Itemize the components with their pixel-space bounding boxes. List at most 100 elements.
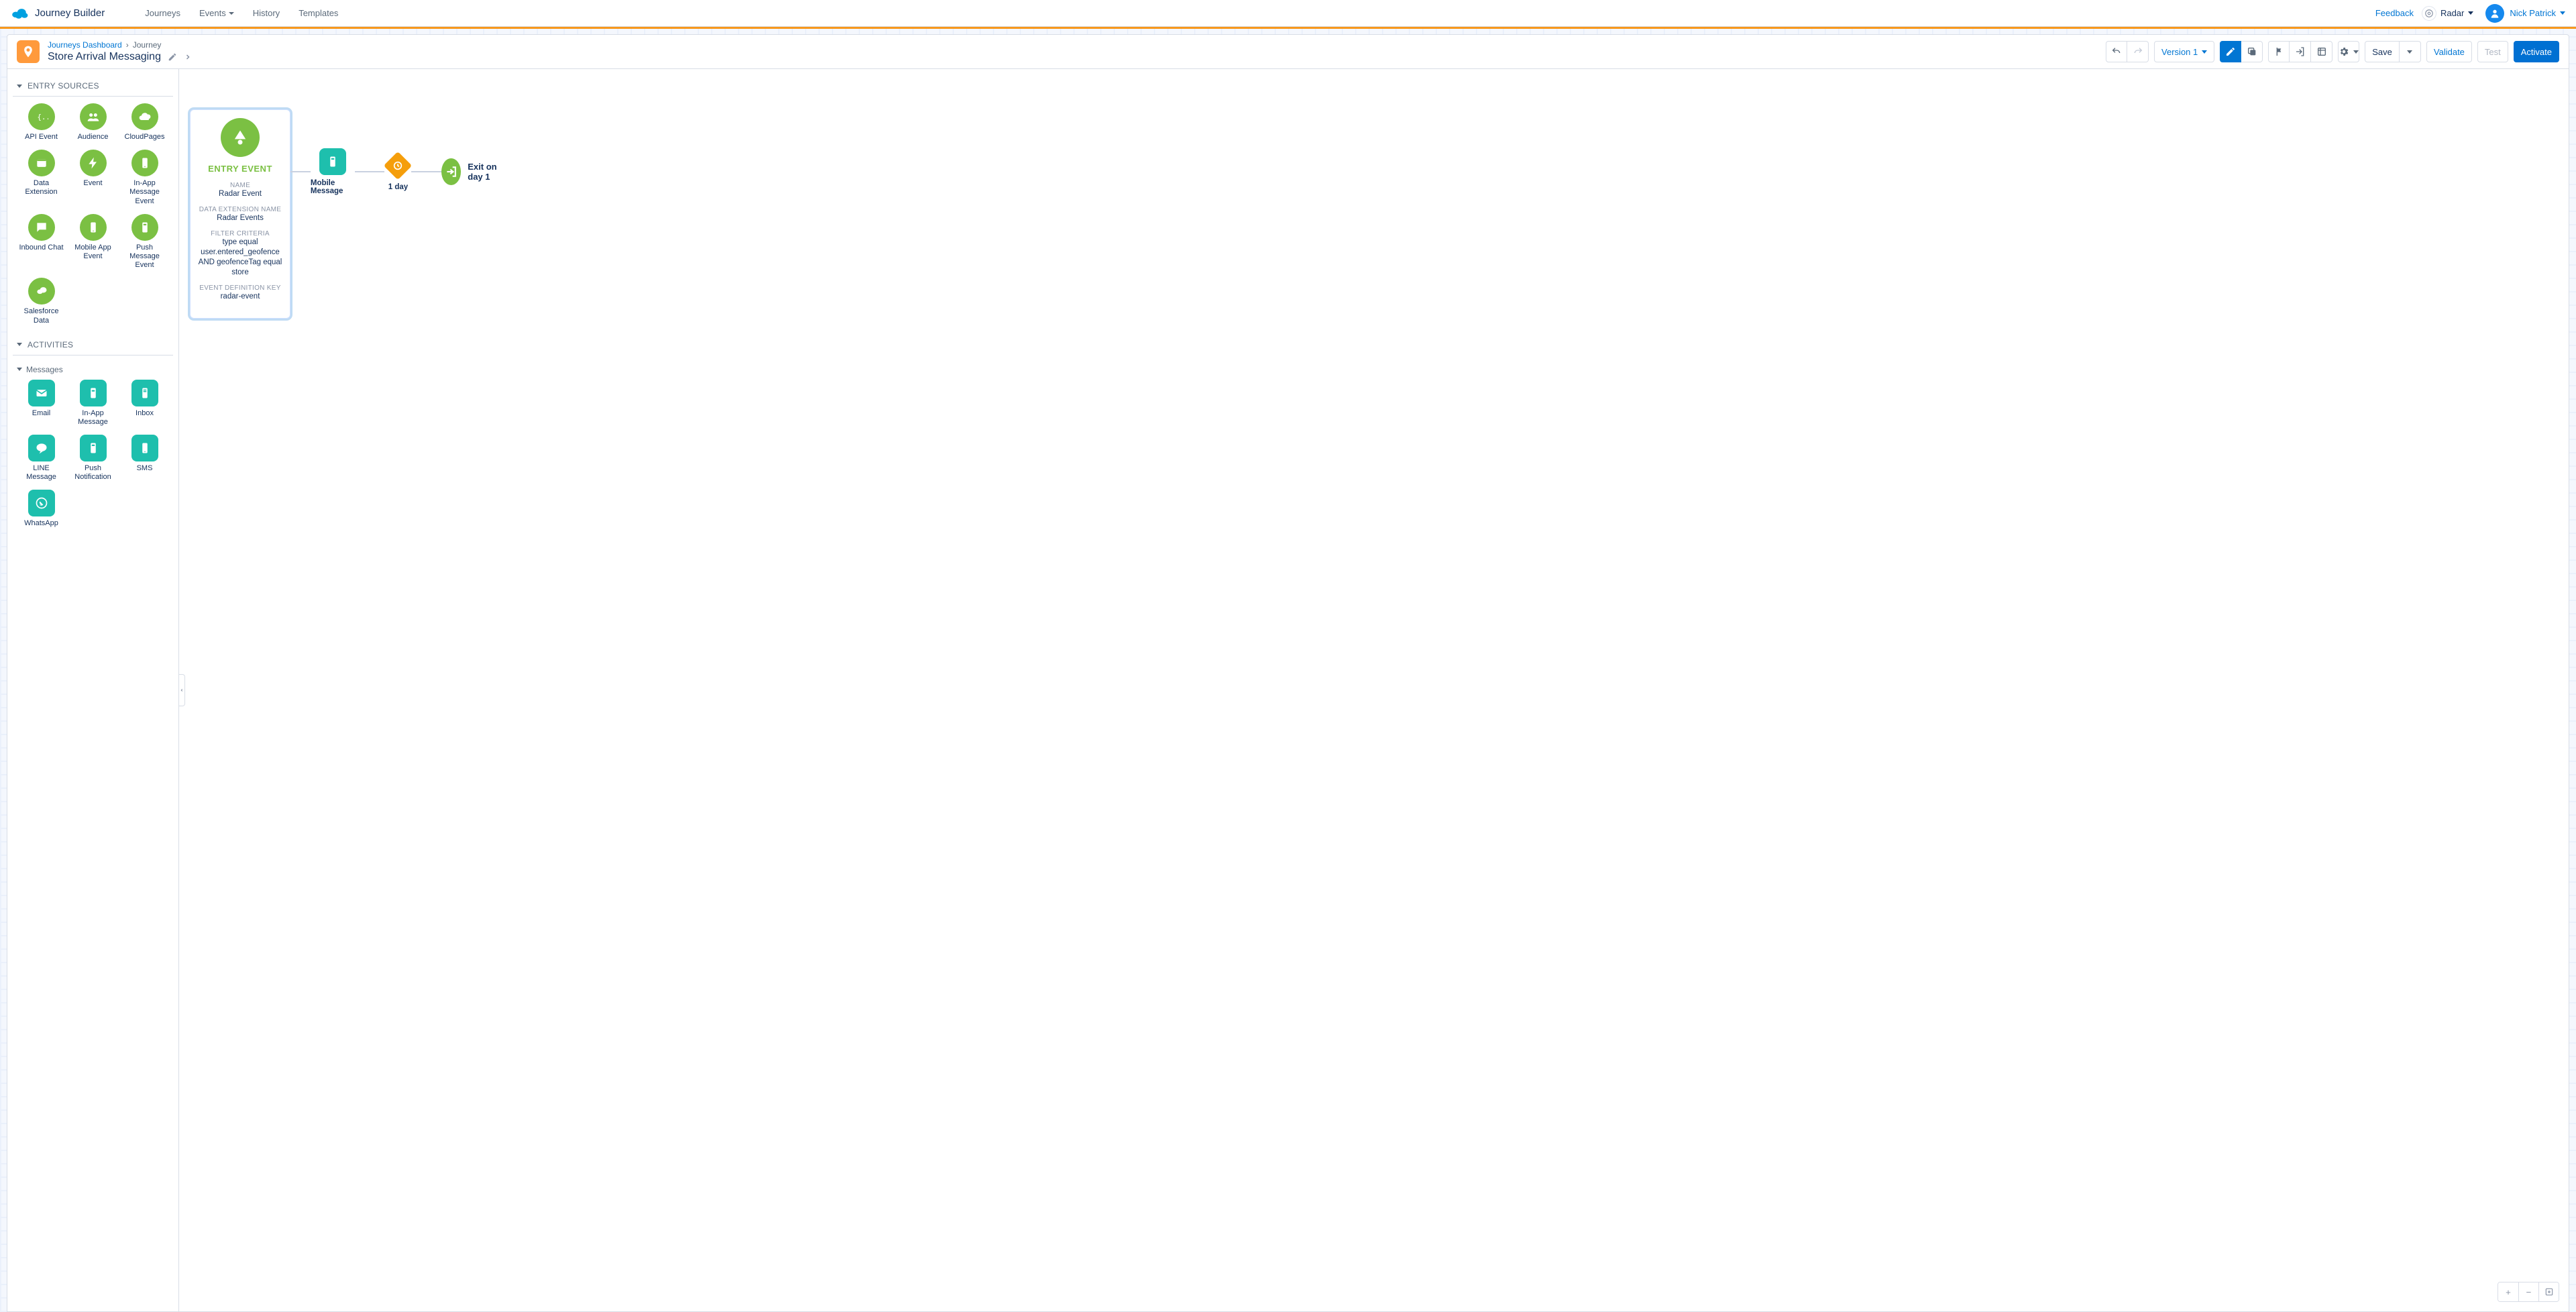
wait-node[interactable]: 1 day — [384, 152, 411, 191]
save-group: Save — [2365, 41, 2421, 62]
top-nav: Journey Builder Journeys Events History … — [0, 0, 2576, 27]
svg-text:{..}: {..} — [37, 113, 48, 121]
page-title: Store Arrival Messaging — [48, 51, 161, 63]
tile-in-app-message-event[interactable]: In-App Message Event — [119, 150, 170, 206]
redo-button[interactable] — [2127, 41, 2149, 62]
exit-criteria-button[interactable] — [2290, 41, 2311, 62]
zoom-controls: + − — [2498, 1282, 2559, 1302]
tile-in-app-message[interactable]: In-App Message — [67, 380, 119, 427]
tile-sms[interactable]: SMS — [119, 435, 170, 482]
notes-button[interactable] — [2311, 41, 2332, 62]
nav-templates[interactable]: Templates — [299, 8, 338, 18]
cloudpages-icon — [131, 103, 158, 130]
breadcrumb-root[interactable]: Journeys Dashboard — [48, 40, 122, 50]
undo-redo-group — [2106, 41, 2149, 62]
mobile-app-event-icon — [80, 214, 107, 241]
org-switcher[interactable]: Radar — [2440, 8, 2473, 18]
user-name: Nick Patrick — [2510, 8, 2556, 18]
save-button[interactable]: Save — [2365, 41, 2400, 62]
nav-history[interactable]: History — [253, 8, 280, 18]
validate-button[interactable]: Validate — [2426, 41, 2472, 62]
email-icon — [28, 380, 55, 406]
feedback-link[interactable]: Feedback — [2375, 8, 2414, 18]
zoom-in-button[interactable]: + — [2498, 1282, 2518, 1301]
org-avatar-icon — [2422, 6, 2436, 21]
edit-title-icon[interactable] — [168, 52, 177, 62]
mobile-message-node[interactable]: Mobile Message — [311, 148, 355, 195]
primary-nav: Journeys Events History Templates — [145, 8, 338, 18]
salesforce-cloud-icon — [11, 7, 28, 19]
settings-button[interactable] — [2338, 41, 2359, 62]
caret-down-icon — [2202, 50, 2207, 54]
entry-event-card[interactable]: ENTRY EVENT NAME Radar Event DATA EXTENS… — [190, 109, 290, 319]
in-app-message-event-icon — [131, 150, 158, 176]
nav-journeys[interactable]: Journeys — [145, 8, 180, 18]
copy-mode-button[interactable] — [2241, 41, 2263, 62]
tile-cloudpages[interactable]: CloudPages — [119, 103, 170, 142]
subsection-messages[interactable]: Messages — [13, 362, 173, 380]
sms-icon — [131, 435, 158, 461]
exit-icon — [441, 158, 461, 185]
breadcrumb: Journeys Dashboard › Journey — [48, 40, 192, 50]
chevron-down-icon — [17, 368, 22, 371]
zoom-out-button[interactable]: − — [2518, 1282, 2538, 1301]
activity-palette: ENTRY SOURCES {..} API Event Audience — [7, 69, 179, 1311]
section-entry-sources[interactable]: ENTRY SOURCES — [13, 76, 173, 97]
section-activities[interactable]: ACTIVITIES — [13, 335, 173, 356]
data-extension-icon — [28, 150, 55, 176]
user-menu[interactable]: Nick Patrick — [2485, 4, 2565, 23]
whatsapp-icon — [28, 490, 55, 516]
app-name: Journey Builder — [35, 7, 105, 19]
push-message-event-icon — [131, 214, 158, 241]
event-icon — [80, 150, 107, 176]
org-name: Radar — [2440, 8, 2464, 18]
inbox-icon — [131, 380, 158, 406]
undo-button[interactable] — [2106, 41, 2127, 62]
tile-email[interactable]: Email — [15, 380, 67, 427]
in-app-message-icon — [80, 380, 107, 406]
tile-salesforce-data[interactable]: Salesforce Data — [15, 278, 67, 325]
goal-icon-button[interactable] — [2268, 41, 2290, 62]
tile-event[interactable]: Event — [67, 150, 119, 206]
caret-down-icon — [2560, 11, 2565, 15]
activate-button[interactable]: Activate — [2514, 41, 2559, 62]
tile-audience[interactable]: Audience — [67, 103, 119, 142]
wait-icon — [384, 152, 412, 180]
exit-node[interactable]: Exit on day 1 — [441, 158, 506, 185]
tile-line-message[interactable]: LINE Message — [15, 435, 67, 482]
version-dropdown[interactable]: Version 1 — [2154, 41, 2214, 62]
api-event-icon: {..} — [28, 103, 55, 130]
tile-data-extension[interactable]: Data Extension — [15, 150, 67, 206]
overflow-chevron-icon[interactable] — [184, 53, 192, 61]
collapse-sidebar-handle[interactable] — [179, 674, 185, 706]
chevron-down-icon — [17, 85, 22, 88]
mode-toggle-group — [2220, 41, 2263, 62]
tile-api-event[interactable]: {..} API Event — [15, 103, 67, 142]
push-notification-icon — [80, 435, 107, 461]
journey-canvas[interactable]: ENTRY EVENT NAME Radar Event DATA EXTENS… — [179, 69, 2569, 1311]
tile-mobile-app-event[interactable]: Mobile App Event — [67, 214, 119, 270]
salesforce-data-icon — [28, 278, 55, 305]
nav-events[interactable]: Events — [199, 8, 234, 18]
audience-icon — [80, 103, 107, 130]
page-header: Journeys Dashboard › Journey Store Arriv… — [7, 35, 2569, 69]
save-dropdown-button[interactable] — [2400, 41, 2421, 62]
user-avatar-icon — [2485, 4, 2504, 23]
test-button[interactable]: Test — [2477, 41, 2508, 62]
tile-inbound-chat[interactable]: Inbound Chat — [15, 214, 67, 270]
canvas-tools-group — [2268, 41, 2332, 62]
tile-push-notification[interactable]: Push Notification — [67, 435, 119, 482]
chevron-down-icon — [17, 343, 22, 346]
page-title-icon — [17, 40, 40, 63]
settings-group — [2338, 41, 2359, 62]
tile-push-message-event[interactable]: Push Message Event — [119, 214, 170, 270]
tile-whatsapp[interactable]: WhatsApp — [15, 490, 67, 528]
inbound-chat-icon — [28, 214, 55, 241]
edit-mode-button[interactable] — [2220, 41, 2241, 62]
breadcrumb-leaf: Journey — [133, 40, 162, 50]
line-message-icon — [28, 435, 55, 461]
zoom-fit-button[interactable] — [2538, 1282, 2559, 1301]
entry-event-icon — [221, 118, 260, 157]
caret-down-icon — [2353, 50, 2359, 54]
tile-inbox[interactable]: Inbox — [119, 380, 170, 427]
